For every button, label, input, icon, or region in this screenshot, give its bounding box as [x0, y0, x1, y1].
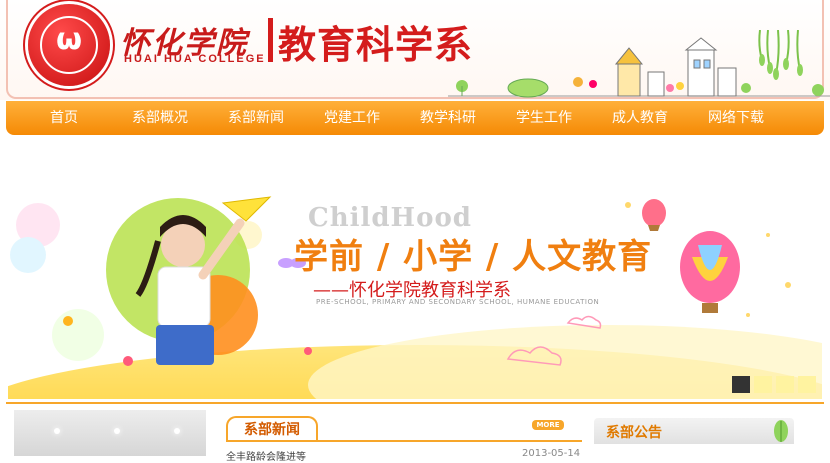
balloon-icon	[642, 199, 740, 313]
main-nav: 首页 系部概况 系部新闻 党建工作 教学科研 学生工作 成人教育 网络下载	[6, 101, 824, 135]
logo-mark-icon: ω	[55, 22, 83, 57]
nav-item-students[interactable]: 学生工作	[516, 101, 572, 135]
banner-headline: 学前 / 小学 / 人文教育	[294, 237, 653, 277]
news-more-button[interactable]: MORE	[532, 420, 564, 430]
nav-item-overview[interactable]: 系部概况	[132, 101, 188, 135]
slide-dot-3[interactable]	[776, 376, 794, 393]
notice-section-header: 系部公告	[594, 418, 794, 444]
content-area: 系部新闻 MORE 全丰路龄会隆进等 2013-05-14 系部公告	[6, 402, 824, 463]
nav-item-research[interactable]: 教学科研	[420, 101, 476, 135]
nav-item-adult-education[interactable]: 成人教育	[612, 101, 668, 135]
leaf-icon	[774, 420, 788, 442]
slide-dot-2[interactable]	[754, 376, 772, 393]
ceiling-lamp-icon	[114, 428, 120, 434]
college-name-en: HUAI HUA COLLEGE	[124, 53, 266, 65]
notice-section-title[interactable]: 系部公告	[606, 422, 662, 442]
news-item-title[interactable]: 全丰路龄会隆进等	[226, 448, 306, 463]
paper-plane-icon	[221, 196, 272, 222]
banner-subtitle-en: PRE-SCHOOL, PRIMARY AND SECONDARY SCHOOL…	[316, 298, 600, 306]
hero-banner[interactable]: ChildHood 学前 / 小学 / 人文教育 ——怀化学院教育科学系 PRE…	[8, 175, 822, 399]
willow-icon	[758, 30, 801, 75]
news-section-divider	[226, 440, 582, 442]
slide-dot-4[interactable]	[798, 376, 816, 393]
site-header: ω 怀化学院 HUAI HUA COLLEGE 教育科学系	[0, 0, 830, 100]
college-logo[interactable]: ω	[28, 4, 110, 86]
town-illustration	[448, 30, 830, 98]
slide-dot-1[interactable]	[732, 376, 750, 393]
cloud-icon	[506, 315, 602, 366]
nav-item-home[interactable]: 首页	[50, 101, 78, 135]
slide-indicators	[732, 376, 816, 393]
nav-item-party[interactable]: 党建工作	[324, 101, 380, 135]
nav-item-downloads[interactable]: 网络下载	[708, 101, 764, 135]
nav-item-news[interactable]: 系部新闻	[228, 101, 284, 135]
ceiling-lamp-icon	[174, 428, 180, 434]
news-section-tab[interactable]: 系部新闻	[226, 416, 318, 442]
bush-icon	[456, 77, 597, 98]
department-title: 教育科学系	[278, 23, 474, 67]
title-divider	[268, 18, 273, 62]
house-icon	[614, 37, 737, 97]
department-photo[interactable]	[14, 410, 206, 456]
ceiling-lamp-icon	[54, 428, 60, 434]
